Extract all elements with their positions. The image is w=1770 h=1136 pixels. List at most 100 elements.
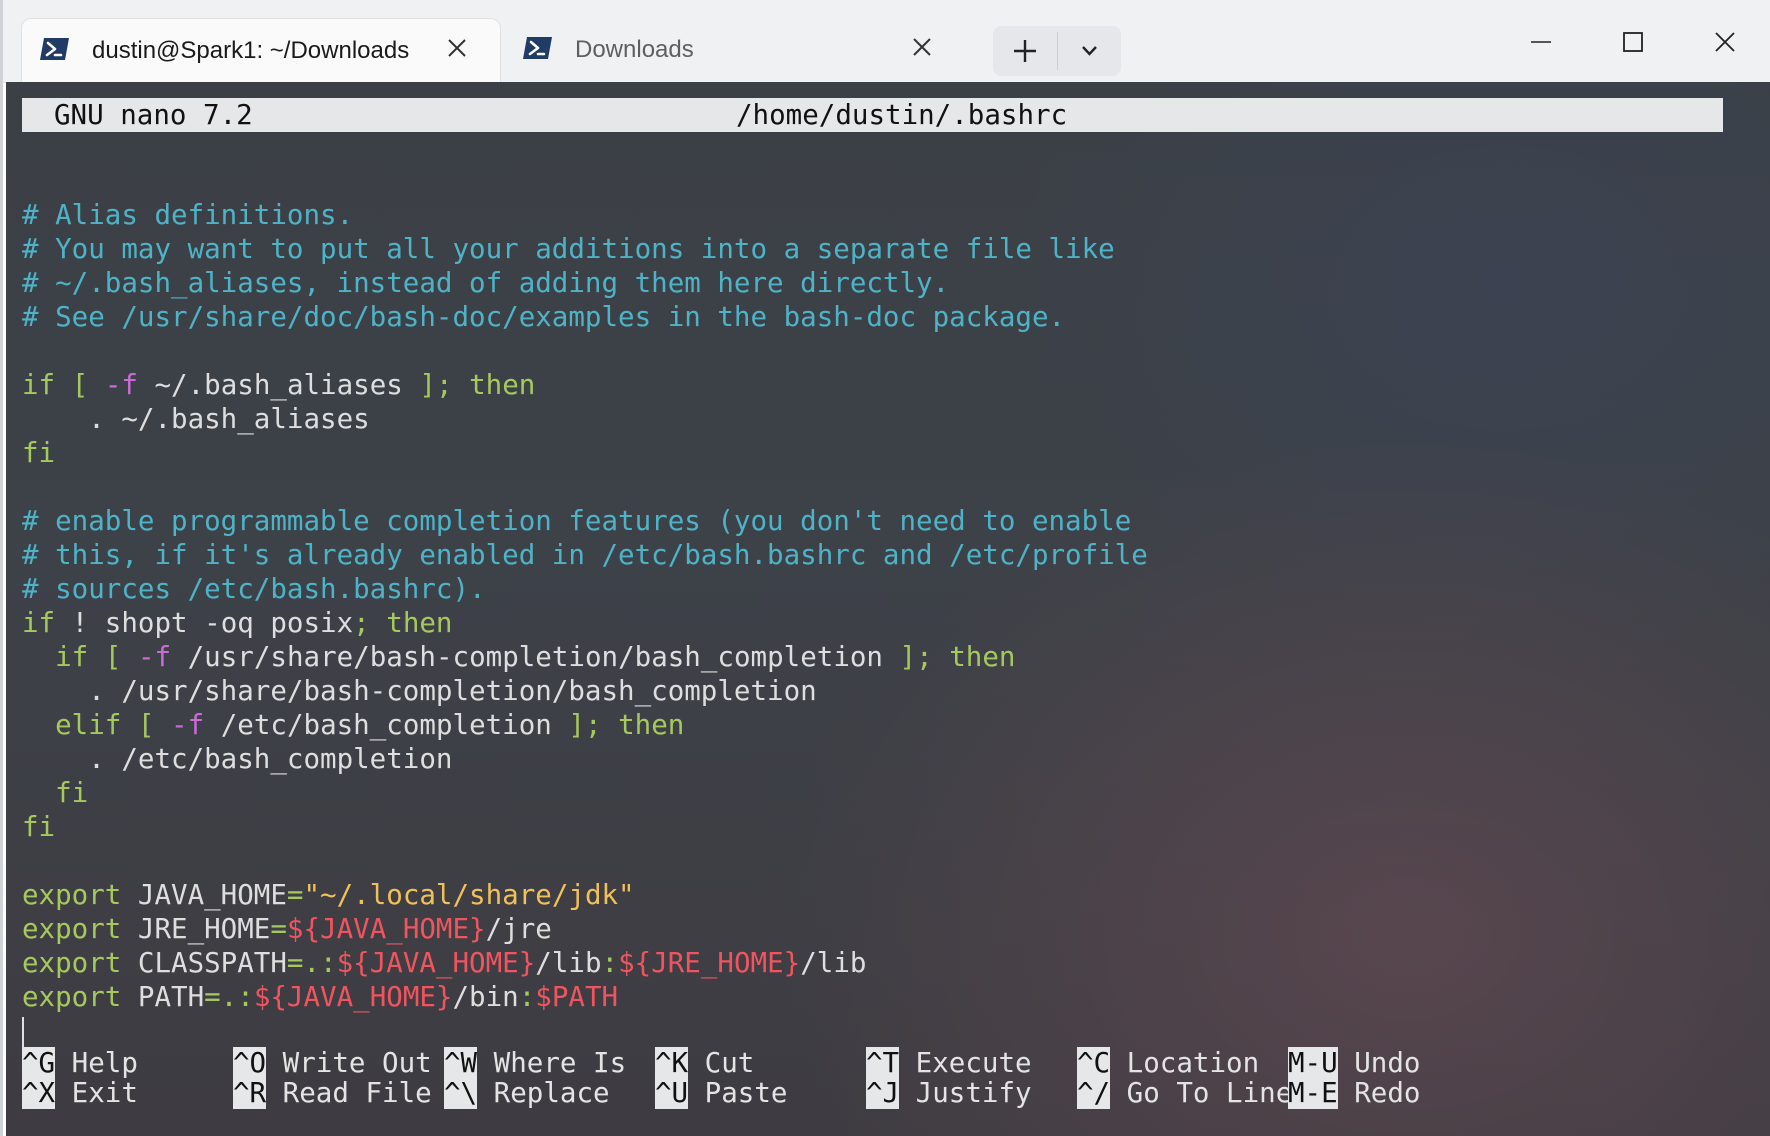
code-line: fi xyxy=(22,776,1762,810)
shortcut-label: Location xyxy=(1110,1047,1260,1079)
shortcut-cut[interactable]: ^K Cut xyxy=(655,1046,754,1080)
nano-version: GNU nano 7.2 xyxy=(54,99,253,131)
tab-spark1-downloads[interactable]: dustin@Spark1: ~/Downloads xyxy=(21,18,501,82)
powershell-icon xyxy=(523,36,553,60)
code-token: -f xyxy=(104,369,138,401)
shortcut-write-out[interactable]: ^O Write Out xyxy=(233,1046,432,1080)
code-token: # You may want to put all your additions… xyxy=(22,233,1115,265)
tab-actions xyxy=(993,26,1121,76)
code-token: =.: xyxy=(286,947,337,979)
shortcut-undo[interactable]: M-U Undo xyxy=(1288,1046,1420,1080)
code-token: -f xyxy=(137,641,172,673)
shortcut-paste[interactable]: ^U Paste xyxy=(655,1076,787,1110)
shortcut-exit[interactable]: ^X Exit xyxy=(22,1076,138,1110)
code-token: then xyxy=(618,709,685,741)
code-token: export xyxy=(22,947,122,979)
close-tab-icon[interactable] xyxy=(909,34,935,60)
code-token: [ xyxy=(71,369,89,401)
close-icon xyxy=(1715,32,1735,52)
code-line: . /etc/bash_completion xyxy=(22,742,1762,776)
shortcut-label: Read File xyxy=(266,1077,432,1109)
code-line: export CLASSPATH=.:${JAVA_HOME}/lib:${JR… xyxy=(22,946,1762,980)
shortcut-key: ^T xyxy=(866,1047,900,1079)
new-tab-button[interactable] xyxy=(993,26,1057,76)
shortcut-label: Where Is xyxy=(477,1047,627,1079)
shortcut-help[interactable]: ^G Help xyxy=(22,1046,138,1080)
code-token: /etc/bash_completion xyxy=(204,709,569,741)
maximize-button[interactable] xyxy=(1593,14,1673,70)
code-token: # enable programmable completion feature… xyxy=(22,505,1132,537)
code-token: . /etc/bash_completion xyxy=(22,743,453,775)
shortcut-label: Replace xyxy=(477,1077,610,1109)
shortcut-key: ^G xyxy=(22,1047,56,1079)
code-token: if xyxy=(22,607,56,639)
code-token: /lib xyxy=(535,947,602,979)
code-token: -f xyxy=(171,709,205,741)
code-token: ${JAVA_HOME} xyxy=(336,947,536,979)
code-token: /bin xyxy=(452,981,519,1013)
terminal-window: dustin@Spark1: ~/Downloads Downloads GNU… xyxy=(0,0,1770,1136)
code-line: if [ -f /usr/share/bash-completion/bash_… xyxy=(22,640,1762,674)
tab-dropdown-button[interactable] xyxy=(1058,26,1121,76)
code-line: if ! shopt -oq posix; then xyxy=(22,606,1762,640)
code-line: # enable programmable completion feature… xyxy=(22,504,1762,538)
code-token: # sources /etc/bash.bashrc). xyxy=(22,573,486,605)
shortcut-where-is[interactable]: ^W Where Is xyxy=(444,1046,626,1080)
shortcut-label: Redo xyxy=(1337,1077,1421,1109)
minimize-icon xyxy=(1531,41,1551,43)
shortcut-bar: ^G Help ^O Write Out ^W Where Is ^K Cut ^T E… xyxy=(22,1046,1762,1114)
title-bar[interactable]: dustin@Spark1: ~/Downloads Downloads xyxy=(3,0,1770,83)
minimize-button[interactable] xyxy=(1501,14,1581,70)
editor-text-area[interactable]: # Alias definitions. # You may want to pu… xyxy=(22,164,1762,1048)
shortcut-execute[interactable]: ^T Execute xyxy=(866,1046,1032,1080)
shortcut-redo[interactable]: M-E Redo xyxy=(1288,1076,1420,1110)
shortcut-key: M-E xyxy=(1288,1077,1338,1109)
cursor-line xyxy=(22,1014,1762,1048)
shortcut-label: Undo xyxy=(1337,1047,1421,1079)
code-token: /lib xyxy=(800,947,867,979)
shortcut-key: ^\ xyxy=(444,1077,478,1109)
shortcut-label: Exit xyxy=(55,1077,138,1109)
code-token: ${JAVA_HOME} xyxy=(286,913,486,945)
shortcut-key: ^W xyxy=(444,1047,478,1079)
tab-title: Downloads xyxy=(575,36,694,63)
code-line: # Alias definitions. xyxy=(22,198,1762,232)
shortcut-label: Paste xyxy=(688,1077,788,1109)
shortcut-read-file[interactable]: ^R Read File xyxy=(233,1076,432,1110)
shortcut-label: Execute xyxy=(899,1047,1032,1079)
file-path: /home/dustin/.bashrc xyxy=(736,99,1068,131)
shortcut-replace[interactable]: ^\ Replace xyxy=(444,1076,610,1110)
code-line: # See /usr/share/doc/bash-doc/examples i… xyxy=(22,300,1762,334)
code-token: # this, if it's already enabled in /etc/… xyxy=(22,539,1148,571)
code-token: # See /usr/share/doc/bash-doc/examples i… xyxy=(22,301,1066,333)
code-token: # Alias definitions. xyxy=(22,199,354,231)
code-token: JAVA_HOME xyxy=(121,879,287,911)
shortcut-location[interactable]: ^C Location xyxy=(1077,1046,1259,1080)
code-token: then xyxy=(949,641,1016,673)
code-line: # You may want to put all your additions… xyxy=(22,232,1762,266)
plus-icon xyxy=(1014,40,1036,62)
code-token: fi xyxy=(55,777,89,809)
tab-downloads[interactable]: Downloads xyxy=(505,18,965,82)
code-token: export xyxy=(22,913,122,945)
close-window-button[interactable] xyxy=(1685,14,1765,70)
code-token: export xyxy=(22,879,122,911)
code-token: if xyxy=(22,369,56,401)
shortcut-label: Help xyxy=(55,1047,138,1079)
shortcut-label: Go To Line xyxy=(1110,1077,1293,1109)
shortcut-go-to-line[interactable]: ^/ Go To Line xyxy=(1077,1076,1292,1110)
code-line: if [ -f ~/.bash_aliases ]; then xyxy=(22,368,1762,402)
code-token: /usr/share/bash-completion/bash_completi… xyxy=(171,641,900,673)
shortcut-justify[interactable]: ^J Justify xyxy=(866,1076,1032,1110)
terminal-pane[interactable]: GNU nano 7.2 /home/dustin/.bashrc # Alia… xyxy=(6,82,1770,1136)
code-line: export JRE_HOME=${JAVA_HOME}/jre xyxy=(22,912,1762,946)
code-line: export PATH=.:${JAVA_HOME}/bin:$PATH xyxy=(22,980,1762,1014)
shortcut-key: ^O xyxy=(233,1047,267,1079)
code-line: # this, if it's already enabled in /etc/… xyxy=(22,538,1762,572)
close-tab-icon[interactable] xyxy=(444,35,470,61)
